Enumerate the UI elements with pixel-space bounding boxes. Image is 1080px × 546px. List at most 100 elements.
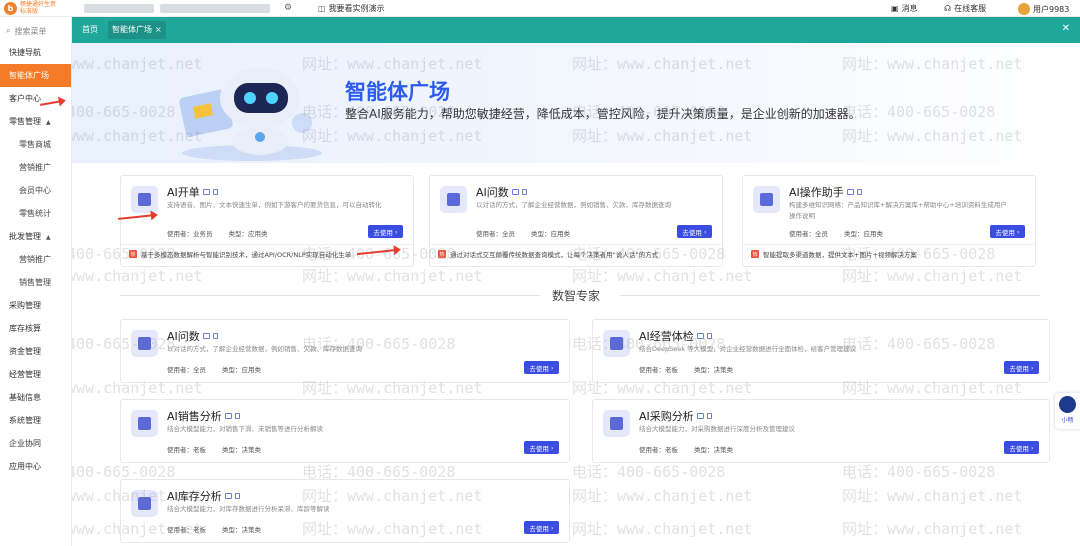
use-button[interactable]: 去使用 › xyxy=(368,225,403,238)
settings-icon[interactable]: ⚙ xyxy=(284,3,292,13)
agent-icon xyxy=(131,410,158,437)
robot-illustration xyxy=(179,68,322,161)
desktop-icon xyxy=(696,413,704,419)
sidebar-item-label: 采购管理 xyxy=(9,301,41,310)
mobile-icon xyxy=(706,413,712,419)
logo-icon: b xyxy=(4,1,17,15)
agent-user: 使用者：老板 xyxy=(639,366,678,374)
agent-card[interactable]: AI问数 以对话的方式，了解企业经营数据，例如销售、欠款、库存数据查询 使用者：… xyxy=(120,319,570,383)
agent-type: 类型：应用类 xyxy=(531,230,570,238)
sidebar-item[interactable]: 经营管理 xyxy=(0,363,71,386)
tab-agent-square[interactable]: 智能体广场 × xyxy=(108,21,166,39)
agent-description: 构建多维知识网络：产品知识库+解决方案库+帮助中心+培训资料生成用户操作说明 xyxy=(789,201,1007,220)
sidebar-item[interactable]: 基础信息 xyxy=(0,386,71,409)
sidebar-item[interactable]: 系统管理 xyxy=(0,409,71,432)
desktop-icon xyxy=(224,493,232,499)
sidebar-item[interactable]: 企业协同 xyxy=(0,432,71,455)
sidebar-item[interactable]: 零售统计 xyxy=(0,202,71,225)
mobile-icon xyxy=(521,189,527,195)
sidebar-item[interactable]: 营销推广 xyxy=(0,156,71,179)
messages-button[interactable]: ▣ 消息 xyxy=(891,3,918,14)
sidebar-item-label: 零售统计 xyxy=(19,209,51,218)
agent-icon xyxy=(131,490,158,517)
agent-user: 使用者：老板 xyxy=(167,446,206,454)
agent-card[interactable]: AI销售分析 结合大模型能力，对销售下滑、未销售等进行分析解读 使用者：老板 类型… xyxy=(120,399,570,463)
assistant-widget[interactable]: 小畅 xyxy=(1055,393,1080,429)
use-button[interactable]: 去使用 › xyxy=(524,441,559,454)
sidebar-item[interactable]: 库存核算 xyxy=(0,317,71,340)
agent-user: 使用者：业务员 xyxy=(167,230,213,238)
agent-card[interactable]: AI经营体检 结合DeepSeek 等大模型，对企业经营数据进行全面体检，给客户… xyxy=(592,319,1050,383)
sidebar-item-label: 销售管理 xyxy=(19,278,51,287)
main-content: 智能体广场 整合AI服务能力，帮助您敏捷经营，降低成本，管控风险，提升决策质量，… xyxy=(72,43,1080,546)
tab-home[interactable]: 首页 xyxy=(72,17,108,43)
use-button[interactable]: 去使用 › xyxy=(1004,361,1039,374)
desktop-icon xyxy=(202,333,210,339)
mobile-icon xyxy=(212,333,218,339)
card-divider xyxy=(121,244,413,245)
close-tab-icon[interactable]: × xyxy=(155,21,162,39)
sidebar-item[interactable]: 快捷导航 xyxy=(0,41,71,64)
agent-card[interactable]: AI采购分析 结合大模型能力，对采购数据进行深度分析及管理建议 使用者：老板 类型… xyxy=(592,399,1050,463)
agent-type: 类型：决策类 xyxy=(222,526,261,534)
sidebar-item-label: 会员中心 xyxy=(19,186,51,195)
agent-card[interactable]: AI问数 以对话的方式，了解企业经营数据，例如销售、欠款、库存数据查询 使用者：… xyxy=(429,175,723,267)
mobile-icon xyxy=(856,189,862,195)
support-button[interactable]: ☊ 在线客服 xyxy=(944,3,986,14)
agent-title: AI开单 xyxy=(167,186,200,199)
sidebar-item[interactable]: 应用中心 xyxy=(0,455,71,478)
use-button[interactable]: 去使用 › xyxy=(677,225,712,238)
agent-highlight: 智能提取多渠道数据，提供文本+图片+视频解决方案 xyxy=(763,251,917,259)
message-icon: ▣ xyxy=(891,4,899,13)
mobile-icon xyxy=(234,413,240,419)
headset-icon: ☊ xyxy=(944,4,952,13)
watermark-text: 网址：www.chanjet.net xyxy=(842,520,1023,538)
use-button[interactable]: 去使用 › xyxy=(524,361,559,374)
sidebar-item-label: 快捷导航 xyxy=(9,48,41,57)
agent-card[interactable]: AI库存分析 结合大模型能力，对库存数据进行分析呆滞、库龄等解读 使用者：老板 类… xyxy=(120,479,570,543)
caret-up-icon: ▲ xyxy=(46,119,51,126)
sidebar-item[interactable]: 智能体广场 xyxy=(0,64,71,87)
hot-icon: 热 xyxy=(438,250,446,258)
sidebar-item[interactable]: 零售商城 xyxy=(0,133,71,156)
desktop-icon xyxy=(696,333,704,339)
use-button[interactable]: 去使用 › xyxy=(1004,441,1039,454)
sidebar-item[interactable]: 批发管理 ▲ xyxy=(0,225,71,248)
desktop-icon xyxy=(846,189,854,195)
page-subtitle: 整合AI服务能力，帮助您敏捷经营，降低成本，管控风险，提升决策质量，是企业创新的… xyxy=(345,107,861,121)
user-menu[interactable]: 用户9983 xyxy=(1018,3,1069,15)
use-button[interactable]: 去使用 › xyxy=(524,521,559,534)
app-logo[interactable]: b 畅捷通好生意 标准版 xyxy=(4,1,56,15)
sidebar-item[interactable]: 会员中心 xyxy=(0,179,71,202)
sidebar-item[interactable]: 资金管理 xyxy=(0,340,71,363)
logo-name: 畅捷通好生意 xyxy=(20,1,57,8)
sidebar-item[interactable]: 零售管理 ▲ xyxy=(0,110,71,133)
desktop-icon xyxy=(224,413,232,419)
menu-search[interactable]: ⌕ 搜索菜单 xyxy=(0,21,71,41)
agent-card[interactable]: AI操作助手 构建多维知识网络：产品知识库+解决方案库+帮助中心+培训资料生成用… xyxy=(742,175,1036,267)
use-button[interactable]: 去使用 › xyxy=(990,225,1025,238)
sidebar-item[interactable]: 采购管理 xyxy=(0,294,71,317)
watermark-text: 电话：400-665-0028 xyxy=(842,463,996,481)
agent-type: 类型：决策类 xyxy=(222,446,261,454)
watermark-text: 网址：www.chanjet.net xyxy=(842,487,1023,505)
demo-link[interactable]: ◫ 我要看实例演示 xyxy=(318,3,385,14)
sidebar-item[interactable]: 营销推广 xyxy=(0,248,71,271)
agent-title: AI采购分析 xyxy=(639,410,694,423)
watermark-text: 网址：www.chanjet.net xyxy=(72,267,203,285)
close-icon[interactable]: ✕ xyxy=(1062,23,1070,34)
sidebar-item-label: 企业协同 xyxy=(9,439,41,448)
agent-type: 类型：决策类 xyxy=(694,366,733,374)
agent-title: AI库存分析 xyxy=(167,490,222,503)
watermark-text: 网址：www.chanjet.net xyxy=(302,267,483,285)
mobile-icon xyxy=(234,493,240,499)
agent-user: 使用者：老板 xyxy=(167,526,206,534)
sidebar-item-label: 零售管理 xyxy=(9,117,41,126)
sidebar-item-label: 经营管理 xyxy=(9,370,41,379)
caret-up-icon: ▲ xyxy=(46,234,51,241)
sidebar-item-label: 营销推广 xyxy=(19,163,51,172)
agent-user: 使用者：老板 xyxy=(639,446,678,454)
agent-description: 结合大模型能力，对库存数据进行分析呆滞、库龄等解读 xyxy=(167,505,330,513)
blurred-company-name-2 xyxy=(160,4,270,13)
sidebar-item[interactable]: 销售管理 xyxy=(0,271,71,294)
